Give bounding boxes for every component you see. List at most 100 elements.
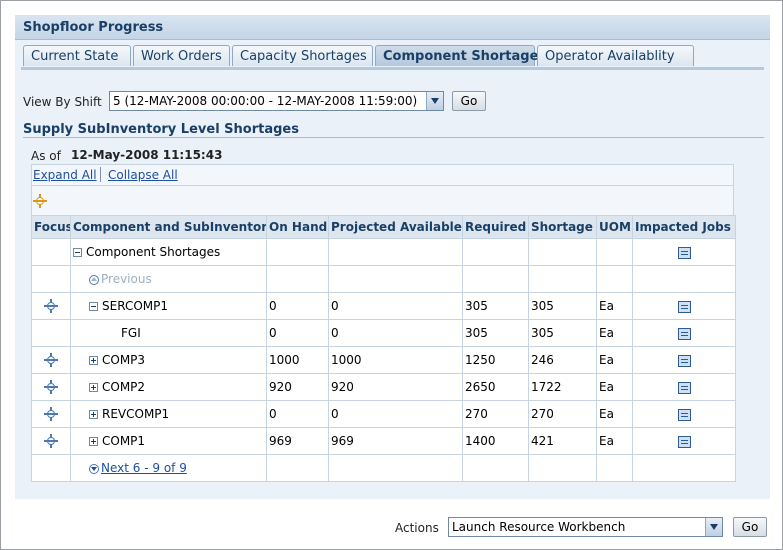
actions-select-value: Launch Resource Workbench: [452, 520, 626, 534]
uom-cell: Ea: [596, 373, 633, 401]
subinventory-name: FGI: [121, 326, 141, 340]
uom-cell: Ea: [596, 400, 633, 428]
collapse-icon[interactable]: [89, 302, 98, 311]
impacted-jobs-icon[interactable]: [677, 354, 691, 367]
component-name: COMP1: [102, 434, 146, 448]
shortage-cell: 246: [528, 346, 597, 374]
projected-cell: 969: [328, 427, 463, 455]
required-cell: 1250: [462, 346, 529, 374]
component-name: SERCOMP1: [102, 299, 168, 313]
shift-go-button[interactable]: Go: [452, 91, 486, 111]
previous-icon: [89, 274, 99, 285]
component-name: COMP2: [102, 380, 146, 394]
uom-cell: Ea: [596, 319, 633, 347]
table-row: COMP2 920 920 2650 1722 Ea: [31, 373, 736, 401]
focus-icon[interactable]: [44, 380, 58, 395]
projected-cell: 0: [328, 400, 463, 428]
on-hand-cell: 1000: [266, 346, 329, 374]
expand-icon[interactable]: [89, 356, 98, 365]
expand-icon[interactable]: [89, 437, 98, 446]
projected-cell: 1000: [328, 346, 463, 374]
page-title: Shopfloor Progress: [23, 20, 164, 35]
projected-cell: 0: [328, 319, 463, 347]
column-header: Shortage: [528, 215, 597, 239]
link-separator: [100, 167, 101, 182]
tab-underline: [21, 67, 764, 70]
expand-all-link[interactable]: Expand All: [33, 168, 97, 182]
table-row: FGI 0 0 305 305 Ea: [31, 319, 736, 347]
shift-select[interactable]: 5 (12-MAY-2008 00:00:00 - 12-MAY-2008 11…: [109, 91, 444, 111]
actions-select[interactable]: Launch Resource Workbench: [448, 517, 723, 537]
on-hand-cell: 920: [266, 373, 329, 401]
root-label: Component Shortages: [86, 245, 221, 259]
on-hand-cell: 0: [266, 400, 329, 428]
table-row-previous: Previous: [31, 265, 736, 293]
tab-operator-availablity[interactable]: Operator Availablity: [537, 45, 694, 66]
required-cell: 2650: [462, 373, 529, 401]
tab-current-state[interactable]: Current State: [23, 45, 131, 66]
expand-icon[interactable]: [89, 383, 98, 392]
shortage-cell: 270: [528, 400, 597, 428]
window-frame: Shopfloor Progress Current State Work Or…: [0, 0, 783, 550]
title-bar: Shopfloor Progress: [15, 15, 770, 40]
table-row: COMP3 1000 1000 1250 246 Ea: [31, 346, 736, 374]
table-header-row: Focus Component and SubInventory On Hand…: [31, 215, 736, 239]
on-hand-cell: 0: [266, 292, 329, 320]
table-row: COMP1 969 969 1400 421 Ea: [31, 427, 736, 455]
impacted-jobs-icon[interactable]: [677, 435, 691, 448]
collapse-icon[interactable]: [73, 248, 82, 257]
impacted-jobs-icon[interactable]: [677, 300, 691, 313]
column-header: Component and SubInventory: [70, 215, 267, 239]
impacted-jobs-icon[interactable]: [677, 381, 691, 394]
actions-go-button[interactable]: Go: [733, 517, 767, 537]
impacted-jobs-icon[interactable]: [677, 246, 691, 259]
uom-cell: Ea: [596, 427, 633, 455]
collapse-all-link[interactable]: Collapse All: [108, 168, 178, 182]
impacted-jobs-icon[interactable]: [677, 327, 691, 340]
next-icon[interactable]: [89, 463, 99, 474]
focus-icon[interactable]: [44, 407, 58, 422]
on-hand-cell: 969: [266, 427, 329, 455]
next-link[interactable]: Next 6 - 9 of 9: [101, 461, 187, 475]
tab-capacity-shortages[interactable]: Capacity Shortages: [232, 45, 373, 66]
focus-icon[interactable]: [44, 434, 58, 449]
expand-collapse-bar: Expand All Collapse All: [31, 164, 734, 186]
shift-select-value: 5 (12-MAY-2008 00:00:00 - 12-MAY-2008 11…: [113, 94, 418, 108]
table-row: REVCOMP1 0 0 270 270 Ea: [31, 400, 736, 428]
shortage-cell: 1722: [528, 373, 597, 401]
focus-icon[interactable]: [44, 299, 58, 314]
main-panel: Shopfloor Progress Current State Work Or…: [15, 15, 770, 499]
table-row-root: Component Shortages: [31, 238, 736, 266]
uom-cell: Ea: [596, 346, 633, 374]
required-cell: 1400: [462, 427, 529, 455]
projected-cell: 920: [328, 373, 463, 401]
column-header: Projected Available: [328, 215, 463, 239]
shortage-cell: 305: [528, 292, 597, 320]
on-hand-cell: 0: [266, 319, 329, 347]
chevron-down-icon[interactable]: [705, 518, 722, 536]
tab-work-orders[interactable]: Work Orders: [133, 45, 230, 66]
section-title: Supply SubInventory Level Shortages: [23, 122, 299, 137]
focus-toolbar: [31, 186, 734, 216]
column-header: Impacted Jobs: [632, 215, 736, 239]
previous-link: Previous: [101, 272, 152, 286]
component-name: REVCOMP1: [102, 407, 170, 421]
focus-icon[interactable]: [44, 353, 58, 368]
tab-component-shortages[interactable]: Component Shortages: [375, 45, 546, 66]
as-of-label: As of: [31, 149, 61, 163]
table-row: SERCOMP1 0 0 305 305 Ea: [31, 292, 736, 320]
required-cell: 305: [462, 292, 529, 320]
impacted-jobs-icon[interactable]: [677, 408, 691, 421]
column-header: Required: [462, 215, 529, 239]
uom-cell: Ea: [596, 292, 633, 320]
column-header: UOM: [596, 215, 633, 239]
component-name: COMP3: [102, 353, 146, 367]
column-header: Focus: [31, 215, 71, 239]
view-by-shift-label: View By Shift: [23, 95, 102, 109]
chevron-down-icon[interactable]: [426, 92, 443, 110]
shortage-cell: 305: [528, 319, 597, 347]
focus-root-icon[interactable]: [33, 194, 47, 208]
expand-icon[interactable]: [89, 410, 98, 419]
as-of-value: 12-May-2008 11:15:43: [71, 148, 223, 162]
required-cell: 305: [462, 319, 529, 347]
